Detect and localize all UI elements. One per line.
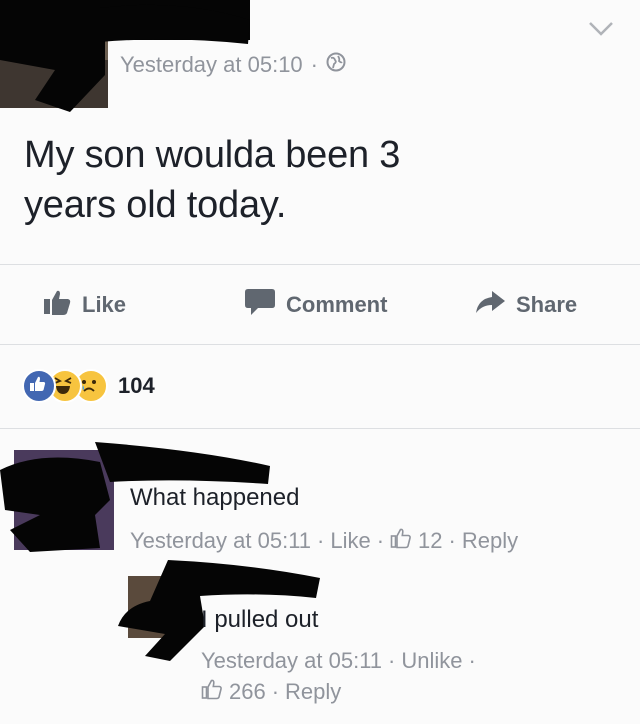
comment-2-reply-link[interactable]: Reply bbox=[285, 679, 341, 705]
post-timestamp-row: Yesterday at 05:10 · bbox=[120, 52, 346, 78]
separator-dot: · bbox=[448, 528, 456, 553]
like-button[interactable]: Like bbox=[42, 283, 126, 327]
separator-dot: · bbox=[271, 679, 280, 704]
comment-1-like-link[interactable]: Like bbox=[330, 528, 370, 554]
separator-dot: · bbox=[468, 648, 476, 673]
globe-icon bbox=[326, 52, 346, 78]
post-action-bar: Like Comment Share bbox=[0, 283, 640, 327]
post-timestamp[interactable]: Yesterday at 05:10 bbox=[120, 52, 303, 78]
thumbs-up-outline-icon bbox=[390, 527, 412, 555]
comment-button-label: Comment bbox=[286, 292, 388, 317]
comment-2-like-count[interactable]: 266 bbox=[229, 679, 266, 705]
post-options-chevron-icon[interactable] bbox=[586, 14, 616, 44]
comment-1-text: What happened bbox=[130, 484, 300, 511]
share-arrow-icon bbox=[474, 289, 506, 321]
thumbs-up-outline-icon bbox=[201, 678, 223, 706]
comment-2-unlike-link[interactable]: Unlike bbox=[401, 648, 462, 674]
comment-bubble-icon bbox=[244, 287, 276, 323]
post-text-line-1: My son woulda been 3 bbox=[24, 134, 401, 176]
reactions-summary[interactable]: 104 bbox=[22, 368, 155, 404]
separator-dot: · bbox=[388, 648, 396, 673]
comment-1-timestamp[interactable]: Yesterday at 05:11 bbox=[130, 528, 311, 554]
comment-2-text: I pulled out bbox=[201, 606, 319, 633]
comment-2-meta-line-2: 266 · Reply bbox=[201, 678, 341, 706]
reaction-count: 104 bbox=[118, 373, 155, 398]
divider bbox=[0, 264, 640, 265]
comment-1-like-count[interactable]: 12 bbox=[418, 528, 442, 554]
divider bbox=[0, 344, 640, 345]
comment-2-meta: Yesterday at 05:11 · Unlike · bbox=[201, 648, 476, 674]
comment-2-timestamp[interactable]: Yesterday at 05:11 bbox=[201, 648, 382, 674]
separator-dot: · bbox=[310, 52, 318, 77]
like-reaction-icon bbox=[22, 369, 56, 403]
post-body-text: My son woulda been 3 years old today. bbox=[24, 130, 584, 230]
share-button-label: Share bbox=[516, 292, 578, 317]
post-text-line-2: years old today. bbox=[24, 184, 287, 226]
like-button-label: Like bbox=[82, 292, 127, 317]
separator-dot: · bbox=[317, 528, 325, 553]
share-button[interactable]: Share bbox=[474, 283, 577, 327]
comment-1-reply-link[interactable]: Reply bbox=[462, 528, 518, 554]
divider bbox=[0, 428, 640, 429]
comment-button[interactable]: Comment bbox=[244, 283, 387, 327]
comment-1-meta: Yesterday at 05:11 · Like · 12 · Reply bbox=[130, 527, 518, 555]
separator-dot: · bbox=[376, 528, 385, 553]
thumbs-up-icon bbox=[42, 288, 72, 322]
